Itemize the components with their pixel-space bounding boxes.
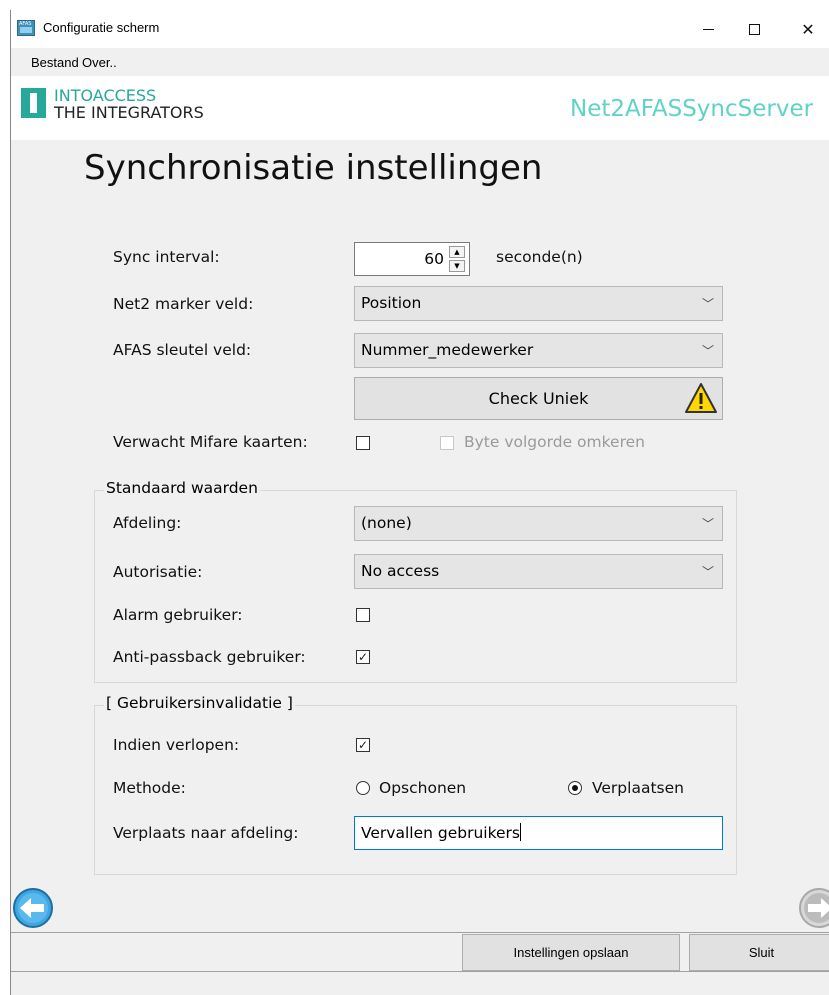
verplaatsen-label: Verplaatsen <box>592 779 684 797</box>
defaults-group-title: Standaard waarden <box>104 479 260 497</box>
spinner[interactable]: ▲ ▼ <box>449 246 465 272</box>
afdeling-value: (none) <box>361 514 412 532</box>
autorisatie-label: Autorisatie: <box>113 563 203 581</box>
antipassback-checkbox[interactable]: ✓ <box>356 650 370 664</box>
sync-interval-label: Sync interval: <box>113 248 220 266</box>
antipassback-label: Anti-passback gebruiker: <box>113 648 306 666</box>
config-window: AFAS Configuratie scherm ✕ Bestand Over.… <box>10 10 829 995</box>
move-to-input[interactable]: Vervallen gebruikers <box>354 816 723 850</box>
logo-icon <box>21 88 46 118</box>
chevron-down-icon: ﹀ <box>701 344 714 358</box>
forward-arrow-icon[interactable] <box>793 884 829 932</box>
marker-field-label: Net2 marker veld: <box>113 295 254 313</box>
move-to-value: Vervallen gebruikers <box>361 824 521 842</box>
menu-bestand[interactable]: Bestand <box>31 55 79 70</box>
afas-key-label: AFAS sleutel veld: <box>113 341 252 359</box>
sync-interval-value: 60 <box>424 250 444 268</box>
autorisatie-value: No access <box>361 562 440 580</box>
method-label: Methode: <box>113 779 186 797</box>
back-arrow-icon[interactable] <box>11 884 59 932</box>
save-settings-button[interactable]: Instellingen opslaan <box>462 934 680 971</box>
afdeling-select[interactable]: (none) ﹀ <box>354 506 723 541</box>
sync-interval-unit: seconde(n) <box>496 248 583 266</box>
menu-bar: Bestand Over.. <box>11 48 829 76</box>
maximize-button[interactable] <box>731 10 777 48</box>
chevron-down-icon: ﹀ <box>701 565 714 579</box>
afas-key-select[interactable]: Nummer_medewerker ﹀ <box>354 333 723 368</box>
check-unique-label: Check Uniek <box>488 389 589 408</box>
move-to-label: Verplaats naar afdeling: <box>113 824 299 842</box>
afdeling-label: Afdeling: <box>113 514 182 532</box>
invalidation-group-title: [ Gebruikersinvalidatie ] <box>104 694 295 712</box>
byte-order-checkbox[interactable] <box>440 436 454 450</box>
marker-field-select[interactable]: Position ﹀ <box>354 286 723 321</box>
radio-verplaatsen[interactable] <box>568 781 582 795</box>
chevron-down-icon: ﹀ <box>701 297 714 311</box>
text-caret <box>520 823 522 841</box>
mifare-checkbox[interactable] <box>356 436 370 450</box>
alarm-label: Alarm gebruiker: <box>113 606 243 624</box>
check-unique-button[interactable]: Check Uniek <box>354 377 723 420</box>
expired-checkbox[interactable]: ✓ <box>356 738 370 752</box>
maximize-icon <box>748 23 760 35</box>
marker-field-value: Position <box>361 294 422 312</box>
radio-opschonen[interactable] <box>356 781 370 795</box>
brand-tagline: THE INTEGRATORS <box>54 103 204 122</box>
close-button[interactable]: ✕ <box>785 10 829 48</box>
warning-icon <box>685 383 717 413</box>
byte-order-label: Byte volgorde omkeren <box>464 433 645 451</box>
minimize-icon <box>702 28 714 30</box>
check-icon: ✓ <box>357 650 369 664</box>
close-window-button[interactable]: Sluit <box>689 934 829 971</box>
product-name: Net2AFASSyncServer <box>570 96 814 122</box>
minimize-button[interactable] <box>685 10 731 48</box>
spin-up-icon[interactable]: ▲ <box>449 246 465 258</box>
close-icon: ✕ <box>801 19 815 39</box>
sync-interval-stepper[interactable]: 60 ▲ ▼ <box>354 242 470 276</box>
chevron-down-icon: ﹀ <box>701 517 714 531</box>
expired-label: Indien verlopen: <box>113 736 240 754</box>
check-icon: ✓ <box>357 738 369 752</box>
brand-header: INTOACCESS THE INTEGRATORS Net2AFASSyncS… <box>11 76 829 140</box>
alarm-checkbox[interactable] <box>356 608 370 622</box>
opschonen-label: Opschonen <box>379 779 467 797</box>
title-bar: AFAS Configuratie scherm ✕ <box>11 10 829 48</box>
afas-key-value: Nummer_medewerker <box>361 341 534 359</box>
mifare-label: Verwacht Mifare kaarten: <box>113 433 308 451</box>
menu-over[interactable]: Over.. <box>82 55 117 70</box>
spin-down-icon[interactable]: ▼ <box>449 260 465 272</box>
app-icon: AFAS <box>17 20 35 36</box>
window-title: Configuratie scherm <box>43 20 160 35</box>
autorisatie-select[interactable]: No access ﹀ <box>354 554 723 589</box>
page-title: Synchronisatie instellingen <box>84 148 543 188</box>
